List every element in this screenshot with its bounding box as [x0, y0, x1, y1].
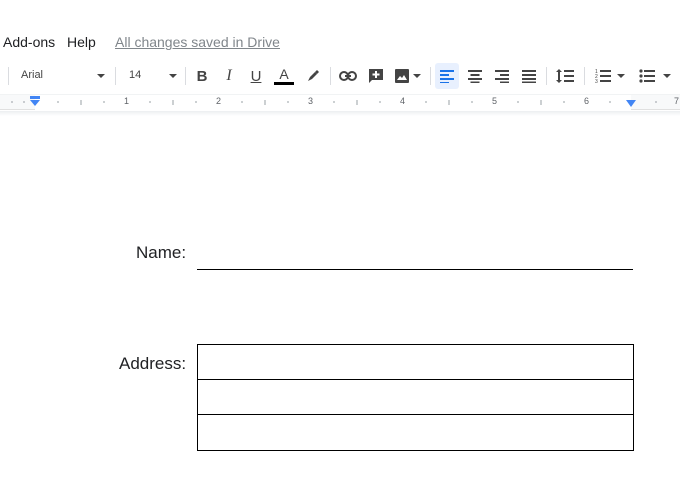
toolbar-separator: [115, 67, 116, 85]
toolbar: Arial 14 B I U A 1 2 3: [0, 61, 680, 91]
align-justify-icon[interactable]: [517, 61, 541, 91]
font-family-select[interactable]: Arial: [21, 69, 43, 81]
saved-status-link[interactable]: All changes saved in Drive: [115, 34, 280, 50]
ruler-number: 6: [584, 96, 590, 106]
toolbar-separator: [8, 67, 9, 85]
toolbar-separator: [546, 67, 547, 85]
address-label: Address:: [119, 354, 187, 373]
font-size-select[interactable]: 14: [129, 69, 141, 81]
toolbar-separator: [584, 67, 585, 85]
bulleted-list-icon[interactable]: [636, 61, 674, 91]
name-label: Name:: [136, 243, 187, 262]
ruler-ticks: [11, 100, 657, 105]
menu-addons[interactable]: Add-ons: [3, 34, 55, 50]
right-indent-icon[interactable]: [625, 100, 637, 110]
align-left-icon[interactable]: [435, 63, 459, 89]
toolbar-separator: [185, 67, 186, 85]
align-center-icon[interactable]: [463, 61, 487, 91]
address-table: [197, 344, 634, 451]
comment-icon[interactable]: [365, 61, 387, 91]
toolbar-separator: [330, 67, 331, 85]
name-underline[interactable]: [197, 269, 633, 270]
link-icon[interactable]: [337, 61, 359, 91]
menu-bar: Add-ons Help All changes saved in Drive: [0, 29, 680, 55]
page-shadow: [0, 111, 680, 116]
ruler-number: 2: [216, 96, 222, 106]
ruler-number: 3: [308, 96, 314, 106]
numbered-list-icon[interactable]: 123: [592, 61, 628, 91]
ruler-number: 7: [674, 96, 680, 106]
line-spacing-icon[interactable]: [553, 61, 577, 91]
address-row-3[interactable]: [198, 415, 633, 450]
highlight-icon[interactable]: [302, 61, 324, 91]
underline-icon[interactable]: U: [246, 61, 266, 91]
first-line-indent-icon[interactable]: [29, 96, 41, 108]
ruler-number: 5: [492, 96, 498, 106]
address-row-2[interactable]: [198, 380, 633, 415]
toolbar-separator: [430, 67, 431, 85]
ruler-number: 1: [124, 96, 130, 106]
svg-text:3: 3: [595, 79, 598, 84]
align-right-icon[interactable]: [490, 61, 514, 91]
ruler-number: 4: [400, 96, 406, 106]
image-icon[interactable]: [391, 61, 423, 91]
menu-help[interactable]: Help: [67, 34, 96, 50]
font-size-caret-icon[interactable]: [168, 61, 178, 91]
address-row-1[interactable]: [198, 345, 633, 380]
bold-icon[interactable]: B: [192, 61, 212, 91]
italic-icon[interactable]: I: [219, 61, 239, 91]
font-family-caret-icon[interactable]: [96, 61, 106, 91]
text-color-icon[interactable]: A: [272, 61, 296, 91]
ruler: 1 2 3 4 5 6 7: [0, 94, 680, 110]
